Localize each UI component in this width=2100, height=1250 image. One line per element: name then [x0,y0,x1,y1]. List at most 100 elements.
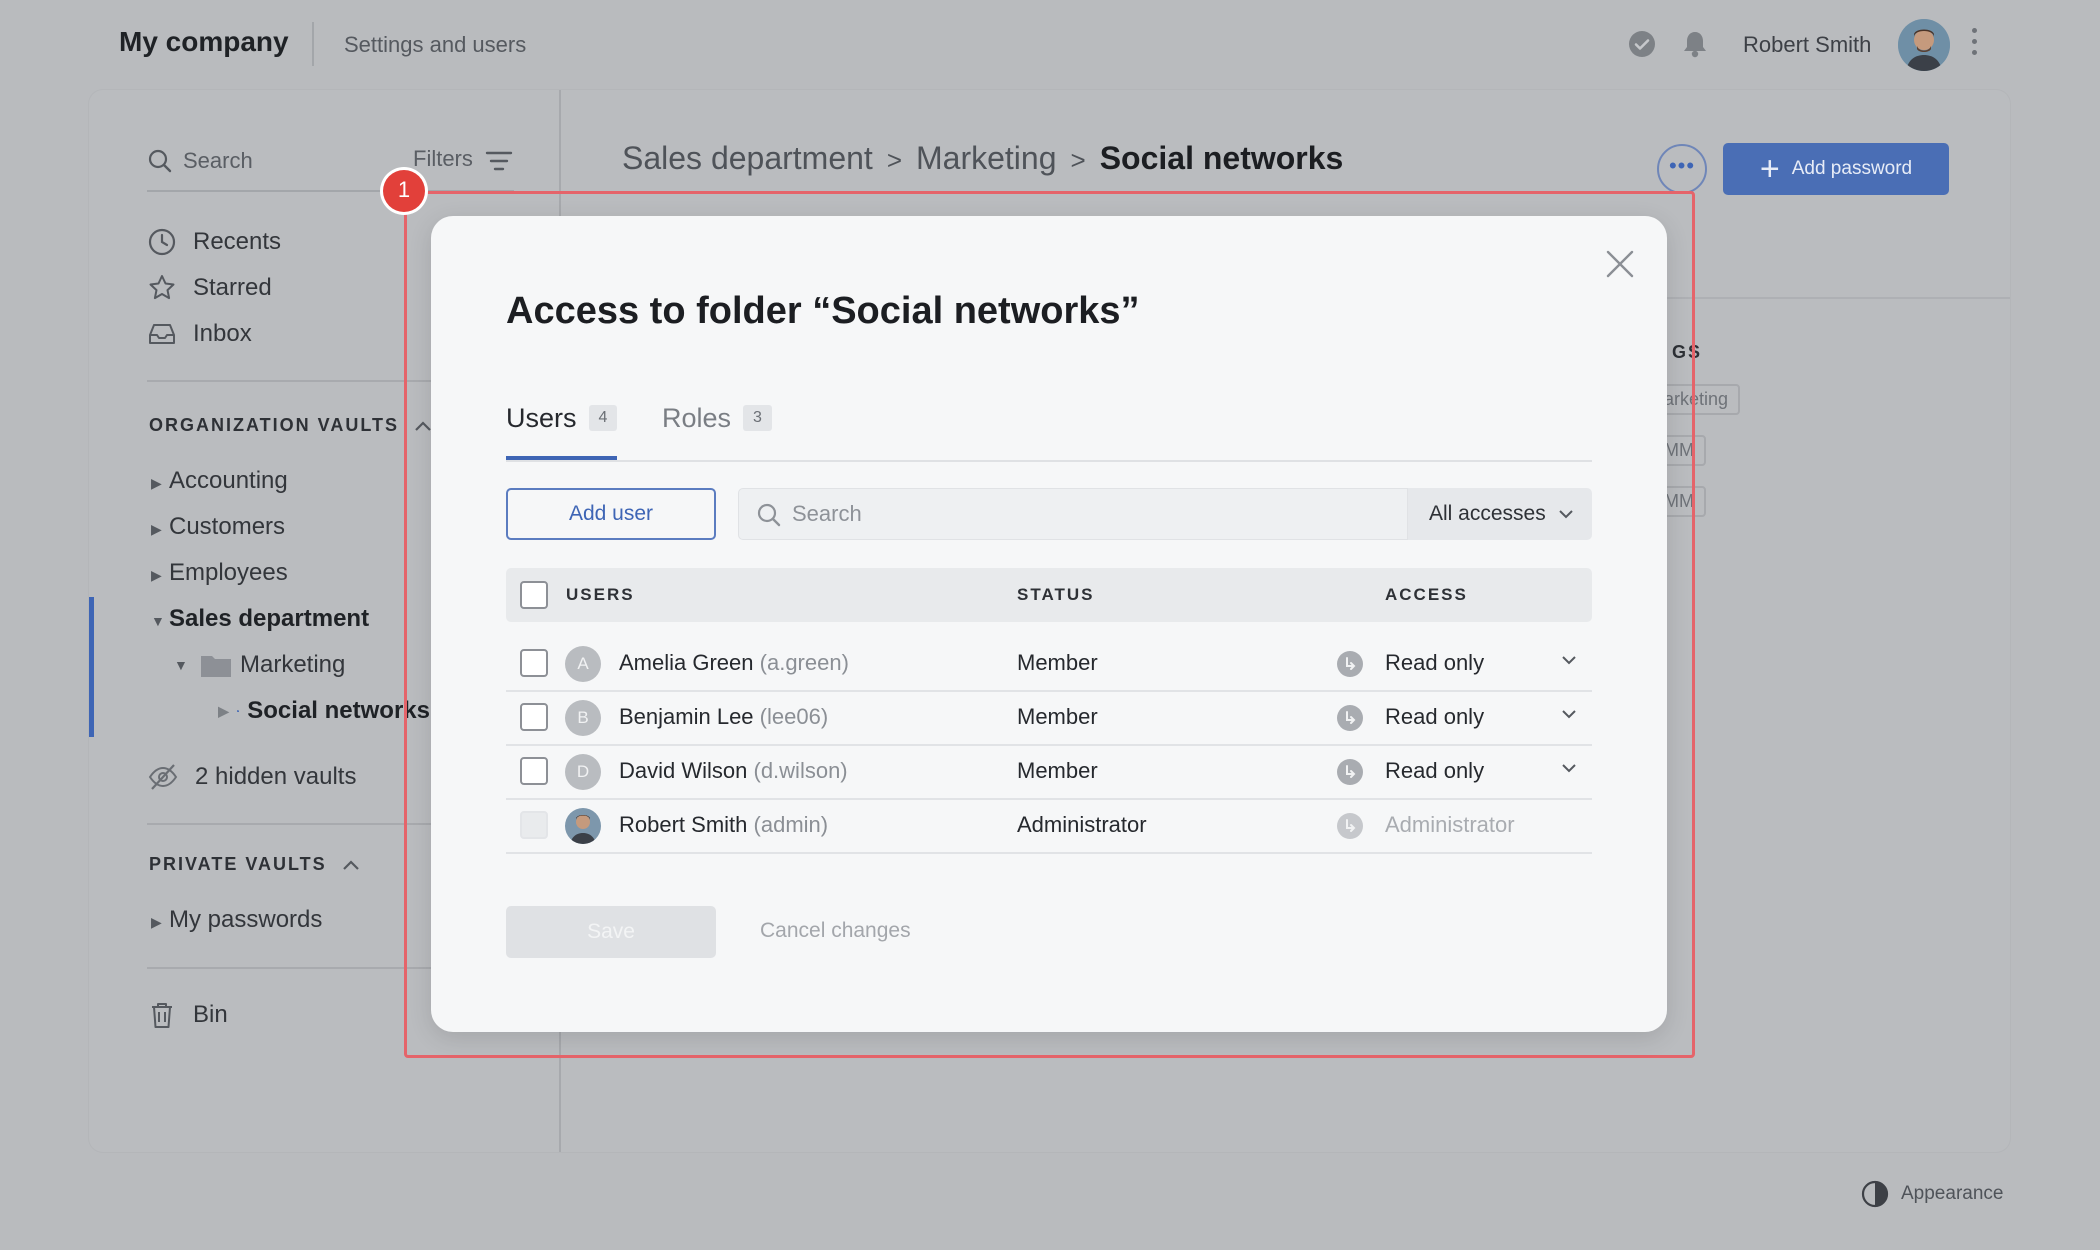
bell-icon[interactable] [1681,29,1709,64]
check-circle-icon[interactable] [1628,30,1656,63]
cancel-changes-button[interactable]: Cancel changes [760,919,911,943]
company-name[interactable]: My company [119,26,289,58]
folder-icon [236,710,240,712]
access-select[interactable]: Read only [1385,758,1484,784]
tab-roles[interactable]: Roles 3 [662,388,772,448]
user-status: Member [1017,758,1098,783]
sidebar-item-starred[interactable]: Starred [147,273,272,303]
table-header: USERS STATUS ACCESS [506,568,1592,622]
star-icon [149,275,175,300]
table-row: D David Wilson (d.wilson) Member Read on… [506,744,1592,800]
vault-accounting[interactable]: ▶ Accounting [151,467,288,495]
search-placeholder: Search [792,501,862,526]
user-name: Robert Smith (admin) [619,812,829,837]
user-status: Member [1017,704,1098,729]
contrast-icon [1861,1180,1889,1208]
caret-right-icon[interactable]: ▶ [151,475,169,492]
appearance-toggle[interactable]: Appearance [1861,1180,2003,1208]
chevron-right-icon: > [886,145,902,175]
row-checkbox-disabled [520,811,548,839]
step-badge: 1 [383,170,425,212]
search-icon [148,149,172,173]
inherited-icon [1337,813,1363,839]
add-password-button[interactable]: + Add password [1723,143,1949,195]
search-icon [757,503,781,527]
breadcrumb-marketing[interactable]: Marketing [916,140,1057,176]
avatar: D [565,754,601,790]
tab-users[interactable]: Users 4 [506,388,618,448]
table-row: B Benjamin Lee (lee06) Member Read only [506,690,1592,746]
inherited-icon [1337,759,1363,785]
trash-icon [152,1003,172,1028]
current-user-name[interactable]: Robert Smith [1743,32,1871,58]
vault-my-passwords[interactable]: ▶ My passwords [151,906,322,934]
access-filter-select[interactable]: All accesses [1408,488,1592,540]
caret-right-icon[interactable]: ▶ [218,703,229,720]
settings-and-users-link[interactable]: Settings and users [344,32,526,58]
selected-indicator [89,597,94,737]
filter-icon[interactable] [485,150,513,172]
chevron-down-icon [1559,510,1573,519]
inherited-icon [1337,651,1363,677]
sidebar-item-label: Inbox [193,320,252,347]
access-select[interactable]: Read only [1385,650,1484,676]
plus-icon: + [1759,150,1780,188]
chevron-down-icon[interactable] [1561,706,1577,724]
folder-icon [201,656,231,677]
dialog-tabs: Users 4 Roles 3 [506,388,1592,462]
users-search-input[interactable]: Search [738,488,1408,540]
vault-customers[interactable]: ▶ Customers [151,513,285,541]
sidebar-search[interactable]: Search Filters [147,146,514,192]
more-menu-icon[interactable] [1970,28,1980,61]
chevron-down-icon[interactable] [1561,760,1577,778]
user-status: Administrator [1017,812,1147,837]
close-icon[interactable] [1602,246,1638,282]
inherited-icon [1337,705,1363,731]
vault-employees[interactable]: ▶ Employees [151,559,288,587]
sidebar-item-inbox[interactable]: Inbox [147,319,252,349]
inbox-icon [149,324,175,344]
table-row: Robert Smith (admin) Administrator Admin… [506,798,1592,854]
topbar-divider [312,22,314,66]
organization-vaults-heading[interactable]: ORGANIZATION VAULTS [149,415,432,436]
user-status: Member [1017,650,1098,675]
sidebar-search-placeholder: Search [183,148,253,173]
select-all-checkbox[interactable] [520,581,548,609]
sidebar-item-recents[interactable]: Recents [147,227,281,257]
breadcrumb: Sales department > Marketing > Social networ… [622,140,1343,177]
caret-right-icon[interactable]: ▶ [151,521,169,538]
chevron-up-icon[interactable] [342,859,360,871]
dialog-title: Access to folder “Social networks” [506,290,1140,332]
caret-right-icon[interactable]: ▶ [151,914,169,931]
sidebar-item-bin[interactable]: Bin [147,1000,228,1030]
chevron-down-icon[interactable] [1561,652,1577,670]
filters-button[interactable]: Filters [413,146,473,172]
caret-down-icon[interactable]: ▼ [151,613,169,629]
count-badge: 3 [743,405,772,431]
folder-marketing[interactable]: ▼ Marketing [174,651,345,679]
vault-sales-department[interactable]: ▼ Sales department [151,605,369,633]
breadcrumb-current: Social networks [1099,140,1344,176]
caret-down-icon[interactable]: ▼ [174,657,192,673]
avatar [565,808,601,844]
row-checkbox[interactable] [520,649,548,677]
user-avatar[interactable] [1898,19,1950,71]
access-select[interactable]: Read only [1385,704,1484,730]
chevron-right-icon: > [1070,145,1086,175]
row-checkbox[interactable] [520,703,548,731]
avatar: A [565,646,601,682]
access-value: Administrator [1385,812,1515,837]
row-checkbox[interactable] [520,757,548,785]
user-name: David Wilson (d.wilson) [619,758,848,783]
private-vaults-heading[interactable]: PRIVATE VAULTS [149,854,360,875]
folder-social-networks[interactable]: ▶ Social networks [218,697,430,725]
sidebar-item-label: Recents [193,228,282,255]
breadcrumb-sales[interactable]: Sales department [622,140,873,176]
add-user-button[interactable]: Add user [506,488,716,540]
clock-icon [148,228,176,256]
sidebar-item-label: Starred [193,274,272,301]
hidden-vaults-link[interactable]: 2 hidden vaults [147,762,356,792]
save-button[interactable]: Save [506,906,716,958]
more-options-button[interactable]: ••• [1657,144,1707,194]
caret-right-icon[interactable]: ▶ [151,567,169,584]
